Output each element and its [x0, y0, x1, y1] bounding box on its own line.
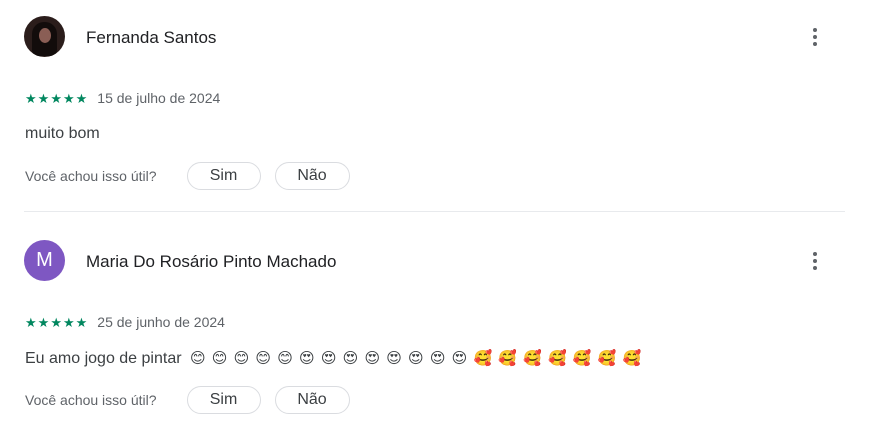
reviewer-name: Fernanda Santos: [86, 28, 217, 47]
helpful-row: Você achou isso útil? Sim Não: [25, 162, 350, 190]
more-vert-icon: [813, 28, 817, 32]
star-icon: ★: [75, 90, 88, 106]
star-icon: ★: [75, 314, 88, 330]
review-body: Eu amo jogo de pintar: [25, 350, 182, 367]
more-vert-icon: [813, 252, 817, 256]
review-emojis: 😊 😊 😊 😊 😊 😍 😍 😍 😍 😍 😍 😍 😍 🥰 🥰 🥰 🥰 🥰 🥰 🥰: [190, 350, 643, 367]
rating-row: ★ ★ ★ ★ ★ 15 de julho de 2024: [25, 90, 220, 106]
star-icon: ★: [25, 90, 37, 106]
star-icon: ★: [62, 314, 75, 330]
star-icon: ★: [37, 90, 50, 106]
star-rating: ★ ★ ★ ★ ★: [25, 92, 87, 105]
review-text: Eu amo jogo de pintar 😊 😊 😊 😊 😊 😍 😍 😍 😍 …: [25, 349, 642, 368]
review-date: 25 de junho de 2024: [97, 314, 225, 330]
avatar[interactable]: M: [24, 240, 65, 281]
rating-row: ★ ★ ★ ★ ★ 25 de junho de 2024: [25, 314, 225, 330]
yes-button[interactable]: Sim: [186, 386, 261, 414]
star-icon: ★: [62, 90, 75, 106]
helpful-question: Você achou isso útil?: [25, 392, 157, 408]
star-icon: ★: [50, 90, 62, 106]
review-body: muito bom: [25, 125, 100, 142]
review-text: muito bom: [25, 125, 100, 143]
more-options-button[interactable]: [803, 248, 827, 274]
divider: [24, 211, 845, 212]
no-button[interactable]: Não: [274, 386, 350, 414]
review-date: 15 de julho de 2024: [97, 90, 221, 106]
star-rating: ★ ★ ★ ★ ★: [25, 316, 87, 329]
star-icon: ★: [50, 314, 62, 330]
star-icon: ★: [25, 314, 37, 330]
star-icon: ★: [37, 314, 50, 330]
avatar-letter: M: [36, 249, 53, 271]
reviewer-name: Maria Do Rosário Pinto Machado: [86, 252, 337, 271]
yes-button[interactable]: Sim: [186, 162, 261, 190]
more-options-button[interactable]: [803, 24, 827, 50]
avatar-face: [39, 28, 51, 43]
helpful-question: Você achou isso útil?: [25, 168, 157, 184]
avatar[interactable]: [24, 16, 65, 57]
helpful-row: Você achou isso útil? Sim Não: [25, 386, 350, 414]
no-button[interactable]: Não: [274, 162, 350, 190]
